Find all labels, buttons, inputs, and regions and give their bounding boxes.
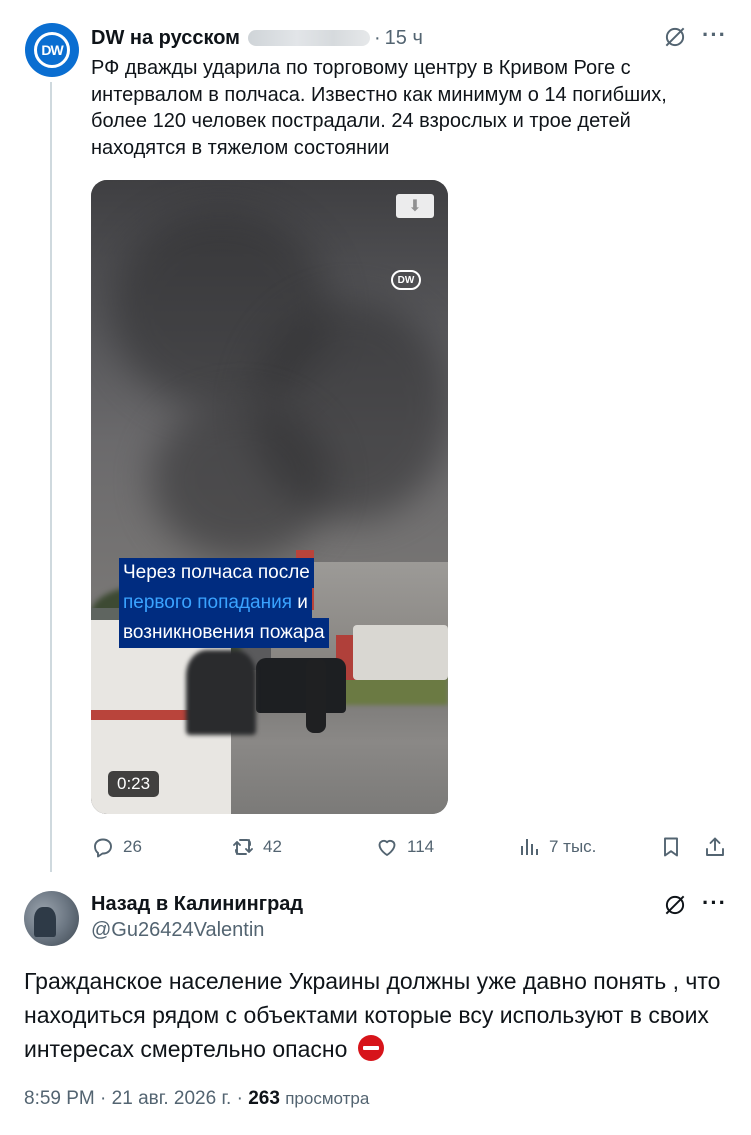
video-player[interactable]: ⬇ DW Через полчаса после первого попадан… bbox=[91, 180, 448, 814]
views-label: просмотра bbox=[285, 1089, 370, 1108]
author-handle[interactable]: @Gu26424Valentin bbox=[91, 919, 264, 942]
dw-watermark: DW bbox=[391, 270, 421, 290]
tweet-header: DW на русском · 15 ч bbox=[91, 25, 423, 51]
grok-icon[interactable] bbox=[662, 24, 688, 50]
person bbox=[306, 658, 326, 733]
tweet-meta: 8:59 PM · 21 авг. 2026 г. · 263 просмотр… bbox=[24, 1088, 369, 1110]
no-entry-icon bbox=[357, 1035, 384, 1061]
reply-button[interactable]: 26 bbox=[91, 833, 142, 861]
people bbox=[186, 650, 256, 735]
video-duration: 0:23 bbox=[108, 771, 160, 797]
like-button[interactable]: 114 bbox=[375, 833, 434, 861]
more-icon[interactable]: ··· bbox=[702, 890, 727, 916]
like-count: 114 bbox=[407, 837, 435, 856]
caption-line: первого попадания и bbox=[119, 588, 312, 618]
reply-icon bbox=[94, 838, 112, 858]
tweet-time[interactable]: 8:59 PM bbox=[24, 1088, 95, 1109]
author-name[interactable]: Назад в Калининград bbox=[91, 893, 303, 916]
repost-icon bbox=[233, 839, 253, 855]
repost-button[interactable]: 42 bbox=[231, 833, 282, 861]
share-button[interactable] bbox=[703, 833, 727, 861]
timestamp[interactable]: 15 ч bbox=[385, 27, 423, 50]
avatar[interactable]: DW bbox=[25, 23, 79, 77]
separator-dot: · bbox=[373, 26, 381, 49]
action-bar: 26 42 114 7 тыс. bbox=[91, 833, 731, 861]
car bbox=[256, 658, 346, 713]
caption-line: Через полчаса после bbox=[119, 558, 314, 588]
views-count: 263 bbox=[248, 1088, 280, 1109]
bookmark-button[interactable] bbox=[659, 833, 683, 861]
separator-dot: · bbox=[236, 1088, 249, 1109]
reply-count: 26 bbox=[123, 837, 142, 856]
caption-highlight: первого попадания bbox=[123, 592, 292, 613]
separator-dot: · bbox=[100, 1088, 112, 1109]
author-name[interactable]: DW на русском bbox=[91, 27, 240, 50]
grok-icon[interactable] bbox=[662, 892, 688, 918]
share-icon bbox=[706, 837, 724, 856]
thread-line bbox=[50, 82, 52, 872]
caption-line: возникновения пожара bbox=[119, 618, 329, 648]
tweet-text: РФ дважды ударила по торговому центру в … bbox=[91, 57, 667, 159]
dw-logo: DW bbox=[34, 32, 70, 68]
tweet-text: Гражданское население Украины должны уже… bbox=[24, 964, 724, 1066]
truck bbox=[353, 625, 448, 680]
repost-count: 42 bbox=[263, 837, 282, 856]
avatar-figure bbox=[34, 907, 56, 937]
tweet-date[interactable]: 21 авг. 2026 г. bbox=[112, 1088, 232, 1109]
heart-icon bbox=[378, 839, 396, 856]
blurred-handle bbox=[247, 30, 370, 46]
download-icon[interactable]: ⬇ bbox=[396, 194, 434, 218]
more-icon[interactable]: ··· bbox=[702, 22, 727, 48]
bookmark-icon bbox=[664, 837, 678, 857]
views-button[interactable]: 7 тыс. bbox=[517, 833, 596, 861]
smoke bbox=[151, 400, 331, 560]
caption-text: и bbox=[292, 592, 308, 613]
views-count: 7 тыс. bbox=[549, 837, 597, 856]
video-caption: Через полчаса после первого попадания и … bbox=[119, 558, 329, 648]
views-icon bbox=[521, 839, 538, 855]
avatar[interactable] bbox=[24, 891, 79, 946]
